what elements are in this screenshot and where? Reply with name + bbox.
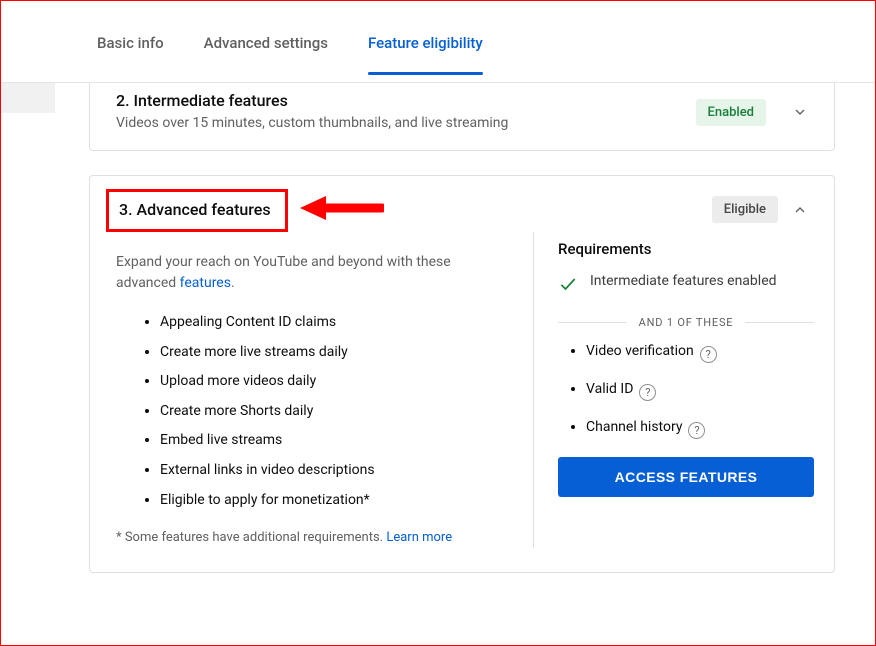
advanced-desc-post: . [231,275,235,291]
list-item: External links in video descriptions [160,461,509,481]
card-advanced-title: 3. Advanced features [119,200,271,219]
option-label: Channel history [586,419,682,435]
help-icon[interactable]: ? [688,422,705,439]
tabs-bar: Basic info Advanced settings Feature eli… [1,1,875,83]
option-label: Video verification [586,343,694,359]
advanced-description: Expand your reach on YouTube and beyond … [116,252,476,295]
card-intermediate-features: 2. Intermediate features Videos over 15 … [89,83,835,151]
status-badge-enabled: Enabled [696,99,767,126]
requirements-title: Requirements [558,240,814,258]
advanced-feature-list: Appealing Content ID claims Create more … [160,313,509,510]
divider-text: AND 1 OF THESE [639,316,734,329]
footnote-pre: * Some features have additional requirem… [116,530,386,545]
learn-more-link[interactable]: Learn more [386,530,452,545]
list-item: Create more Shorts daily [160,402,509,422]
access-features-button[interactable]: ACCESS FEATURES [558,457,814,497]
list-item: Eligible to apply for monetization* [160,491,509,511]
annotation-arrow-icon [298,194,384,226]
list-item: Appealing Content ID claims [160,313,509,333]
help-icon[interactable]: ? [639,384,656,401]
chevron-down-icon[interactable] [786,98,814,126]
advanced-left-column: Expand your reach on YouTube and beyond … [116,232,534,548]
requirements-panel: Requirements Intermediate features enabl… [534,232,814,548]
chevron-up-icon[interactable] [786,196,814,224]
list-item: Create more live streams daily [160,343,509,363]
status-badge-eligible: Eligible [712,196,778,223]
highlight-box: 3. Advanced features [106,189,288,232]
option-label: Valid ID [586,381,633,397]
features-link[interactable]: features [180,275,231,291]
list-item: Channel history? [586,419,814,439]
card-intermediate-sub: Videos over 15 minutes, custom thumbnail… [116,114,684,134]
requirement-met: Intermediate features enabled [558,272,814,301]
list-item: Upload more videos daily [160,372,509,392]
advanced-footnote: * Some features have additional requirem… [116,528,496,548]
list-item: Video verification? [586,343,814,363]
sidebar-stub [1,83,55,113]
card-intermediate-title: 2. Intermediate features [116,91,684,110]
help-icon[interactable]: ? [700,346,717,363]
requirement-met-text: Intermediate features enabled [590,272,777,301]
tab-feature-eligibility[interactable]: Feature eligibility [368,34,483,74]
requirement-options-list: Video verification? Valid ID? Channel hi… [586,343,814,439]
card-advanced-features: 3. Advanced features Eligible [89,175,835,573]
list-item: Embed live streams [160,431,509,451]
check-icon [558,274,578,301]
advanced-desc-pre: Expand your reach on YouTube and beyond … [116,254,451,292]
tab-basic-info[interactable]: Basic info [97,34,164,74]
tab-advanced-settings[interactable]: Advanced settings [204,34,328,74]
requirements-divider: AND 1 OF THESE [558,316,814,329]
list-item: Valid ID? [586,381,814,401]
